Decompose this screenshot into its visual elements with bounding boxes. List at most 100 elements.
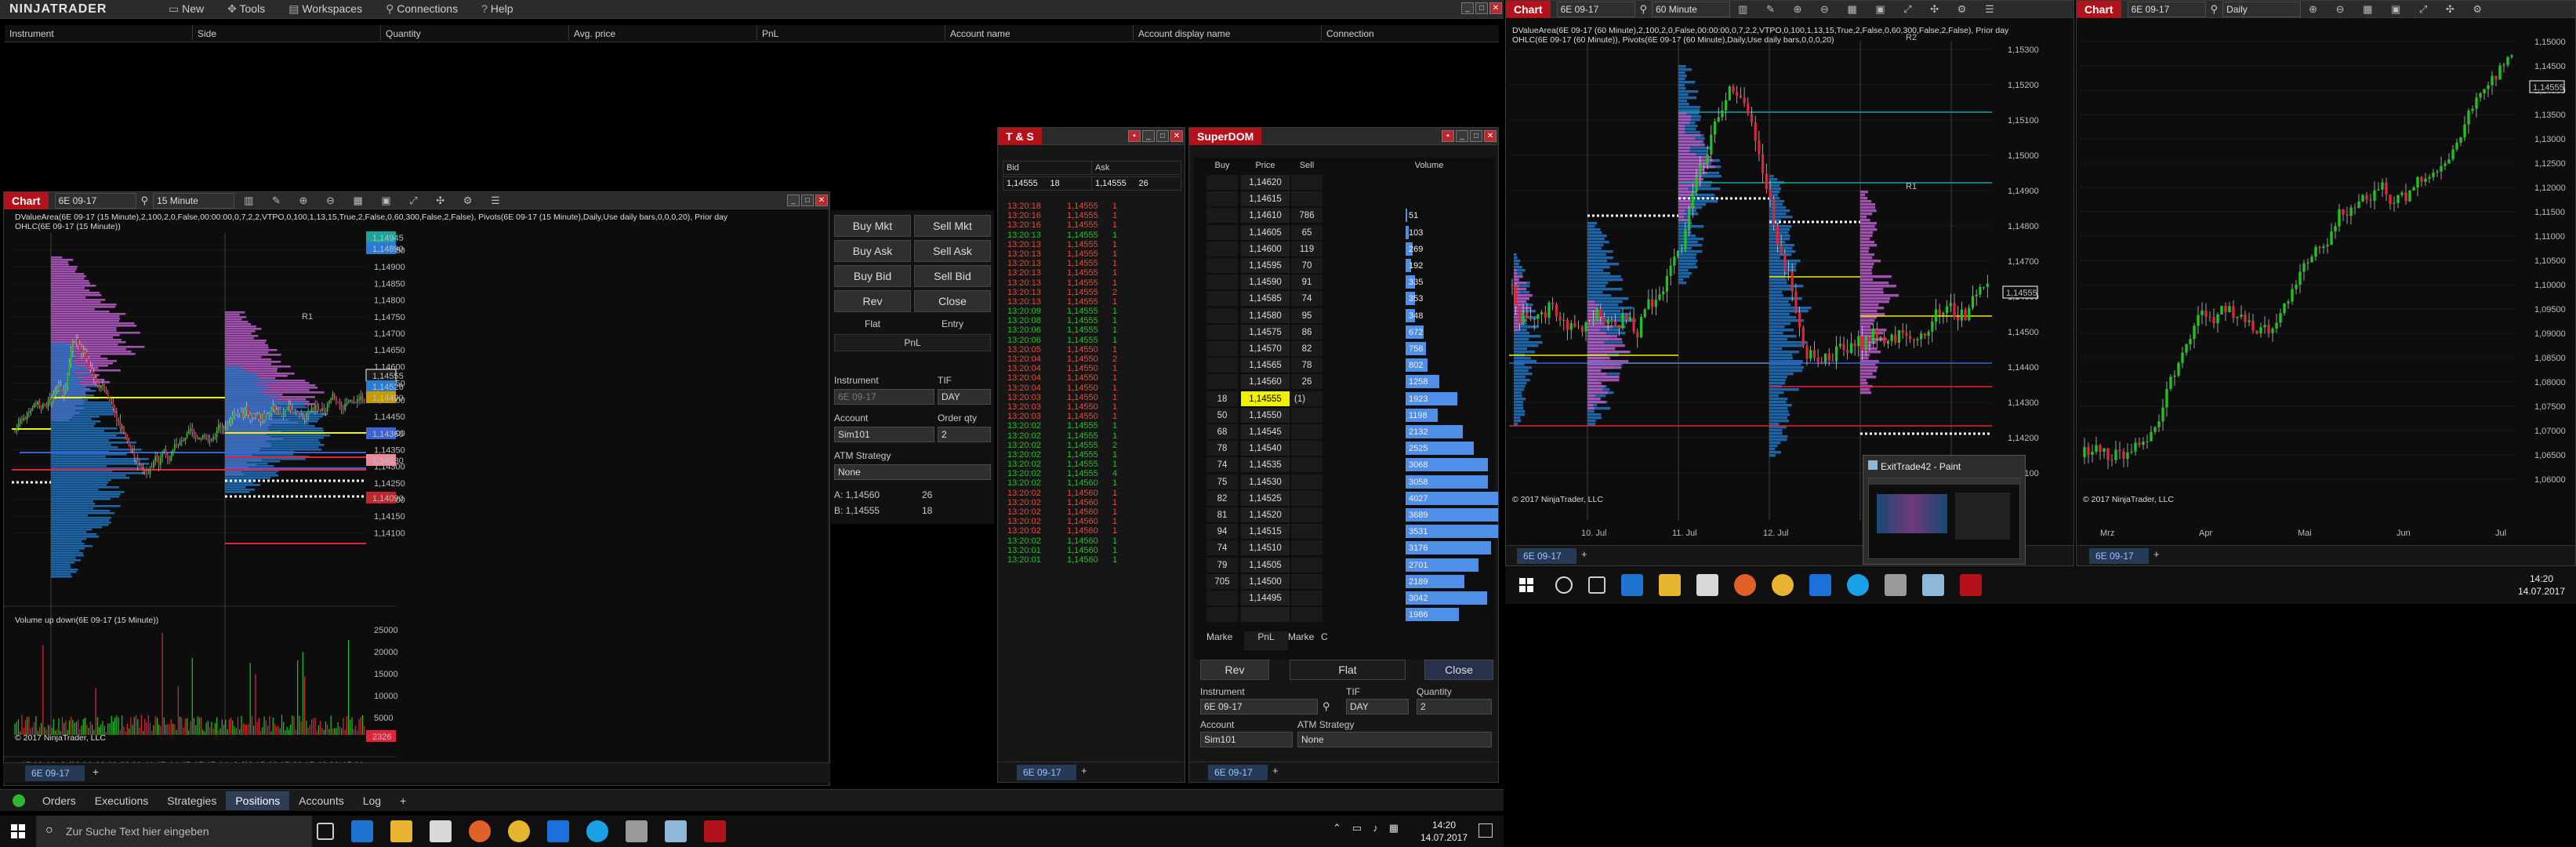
dom-buy-cell[interactable]: 18 xyxy=(1206,391,1238,406)
dom-sell-cell[interactable] xyxy=(1291,441,1322,456)
chart1-toolbar-icons[interactable]: ▥ ✎ ⊕ ⊖ ▦ ▣ ⤢ ✣ ⚙ ☰ xyxy=(244,194,508,207)
right-calculator-icon[interactable] xyxy=(1885,574,1907,596)
dom-close-button[interactable]: Close xyxy=(1424,660,1493,680)
dom-buy-cell[interactable] xyxy=(1206,607,1238,623)
dom-buy-cell[interactable]: 94 xyxy=(1206,524,1238,540)
dom-buy-cell[interactable] xyxy=(1206,374,1238,390)
dom-row[interactable]: 78 1,14540 2525 xyxy=(1206,441,1481,457)
superdom-ladder[interactable]: Buy Price Sell Volume 1,14620 1,14615 1,14… xyxy=(1194,158,1498,660)
dom-add-tab-icon[interactable]: + xyxy=(1272,765,1279,776)
dom-sell-cell[interactable]: 74 xyxy=(1291,291,1322,307)
dom-buy-cell[interactable] xyxy=(1206,258,1238,273)
dom-atm-select[interactable]: None xyxy=(1297,732,1492,747)
col-pnl[interactable]: PnL xyxy=(757,25,945,42)
dom-buy-cell[interactable] xyxy=(1206,358,1238,373)
menu-help[interactable]: ? Help xyxy=(481,2,513,16)
dom-row[interactable]: 68 1,14545 2132 xyxy=(1206,424,1481,441)
chart3-instrument-select[interactable]: 6E 09-17 xyxy=(2127,1,2206,17)
skype-icon[interactable] xyxy=(586,820,608,842)
chart3-interval-select[interactable]: Daily xyxy=(2222,1,2302,17)
tab-log[interactable]: Log xyxy=(354,791,390,810)
calculator-icon[interactable] xyxy=(626,820,648,842)
right-task-view-icon[interactable] xyxy=(1588,576,1605,594)
dom-qty-stepper[interactable]: 2 xyxy=(1417,699,1492,714)
chart2-instrument-select[interactable]: 6E 09-17 xyxy=(1556,1,1635,17)
tab-executions[interactable]: Executions xyxy=(85,791,158,810)
chart1-price-chart[interactable]: 1,149501,149001,148501,148001,147501,147… xyxy=(4,209,828,786)
paint-icon[interactable] xyxy=(665,820,687,842)
col-connection[interactable]: Connection xyxy=(1322,25,1494,42)
dom-sell-cell[interactable] xyxy=(1291,490,1322,506)
add-tab-icon[interactable]: + xyxy=(390,791,415,810)
dom-row[interactable]: 75 1,14530 3058 xyxy=(1206,474,1488,491)
dom-sell-cell[interactable] xyxy=(1291,591,1322,605)
dom-sell-cell[interactable]: 86 xyxy=(1291,324,1322,340)
ninjatrader-taskbar-icon[interactable] xyxy=(704,820,726,842)
dom-footer-c[interactable]: C xyxy=(1321,631,1344,650)
right-search-icon[interactable] xyxy=(1555,576,1573,594)
dom-sell-cell[interactable] xyxy=(1291,474,1322,489)
dom-sell-cell[interactable] xyxy=(1291,557,1322,573)
dom-sell-cell[interactable] xyxy=(1291,424,1322,439)
firefox-icon[interactable] xyxy=(469,820,491,842)
dom-row[interactable]: 1,14580 95 348 xyxy=(1206,307,1481,325)
dom-buy-cell[interactable] xyxy=(1206,274,1238,290)
dom-footer-market-buy[interactable]: Marke xyxy=(1206,631,1244,650)
ts-close-icon[interactable]: ✕ xyxy=(1170,130,1183,142)
atm-strategy-select[interactable]: None xyxy=(834,464,991,480)
dom-buy-cell[interactable] xyxy=(1206,324,1238,340)
ts-add-tab-icon[interactable]: + xyxy=(1081,765,1087,776)
tab-strategies[interactable]: Strategies xyxy=(158,791,226,810)
dom-buy-cell[interactable] xyxy=(1206,241,1238,256)
dom-row[interactable]: 1,14615 xyxy=(1206,191,1481,208)
close-position-button[interactable]: Close xyxy=(914,290,991,312)
ts-trades-list[interactable]: 13:20:18 1,14555 1 13:20:16 1,14555 1 13:20:16… xyxy=(1007,202,1180,565)
menu-workspaces[interactable]: ▤ Workspaces xyxy=(288,2,362,16)
sell-bid-button[interactable]: Sell Bid xyxy=(914,265,991,287)
ts-maximize-icon[interactable]: □ xyxy=(1156,130,1169,142)
dom-row[interactable]: 1,14565 78 802 xyxy=(1206,358,1481,374)
dom-buy-cell[interactable]: 79 xyxy=(1206,557,1238,573)
dom-row[interactable]: 1,14605 65 103 xyxy=(1206,224,1481,242)
buy-bid-button[interactable]: Buy Bid xyxy=(834,265,911,287)
dom-row[interactable]: 1986 xyxy=(1206,607,1481,623)
dom-buy-cell[interactable]: 68 xyxy=(1206,424,1238,439)
dom-row[interactable]: 1,14575 86 672 xyxy=(1206,324,1481,341)
dom-buy-cell[interactable] xyxy=(1206,191,1238,207)
dom-sell-cell[interactable]: 786 xyxy=(1291,208,1322,224)
chart1-instrument-select[interactable]: 6E 09-17 xyxy=(54,192,136,209)
dom-buy-cell[interactable]: 705 xyxy=(1206,573,1238,589)
taskbar-clock[interactable]: 14:20 14.07.2017 xyxy=(1419,819,1469,844)
close-icon[interactable]: ✕ xyxy=(1489,2,1502,14)
maximize-icon[interactable]: □ xyxy=(1475,2,1488,14)
dom-sell-cell[interactable]: 95 xyxy=(1291,307,1322,323)
tif-select[interactable]: DAY xyxy=(938,389,991,405)
chart1-plot-area[interactable]: DValueArea(6E 09-17 (15 Minute),2,100,2,… xyxy=(4,209,828,786)
chart2-search-icon[interactable]: ⚲ xyxy=(1640,3,1648,16)
dom-sell-cell[interactable] xyxy=(1291,507,1322,522)
menu-tools[interactable]: ✥ Tools xyxy=(227,2,265,16)
col-instrument[interactable]: Instrument xyxy=(5,25,193,42)
right-store-icon[interactable] xyxy=(1696,574,1718,596)
chart2-interval-select[interactable]: 60 Minute xyxy=(1652,1,1731,17)
dom-buy-cell[interactable] xyxy=(1206,307,1238,323)
dom-row[interactable]: 81 1,14520 3689 xyxy=(1206,507,1498,524)
dom-sell-cell[interactable]: 82 xyxy=(1291,341,1322,356)
dom-row[interactable]: 79 1,14505 2701 xyxy=(1206,557,1481,574)
right-start-button[interactable] xyxy=(1519,578,1533,592)
superdom-pin-icon[interactable]: ▪ xyxy=(1442,130,1454,142)
dom-instrument-select[interactable]: 6E 09-17 xyxy=(1200,699,1318,714)
menu-connections[interactable]: ⚲ Connections xyxy=(386,2,458,16)
start-button[interactable] xyxy=(11,824,25,838)
dom-sell-cell[interactable]: 119 xyxy=(1291,241,1322,256)
dom-flat-button[interactable]: Flat xyxy=(1290,660,1406,680)
order-qty-stepper[interactable]: 2 xyxy=(938,427,991,442)
file-explorer-icon[interactable] xyxy=(390,820,412,842)
dom-sell-cell[interactable]: 26 xyxy=(1291,374,1322,390)
dom-row[interactable]: 705 1,14500 2189 xyxy=(1206,573,1481,591)
dom-row[interactable]: 18 1,14555 (1) 1923 xyxy=(1206,391,1481,408)
chart2-tab[interactable]: 6E 09-17 xyxy=(1517,548,1576,564)
right-firefox-icon[interactable] xyxy=(1734,574,1756,596)
dom-sell-cell[interactable] xyxy=(1291,191,1322,207)
paint-taskbar-thumbnail[interactable]: ExitTrade42 - Paint xyxy=(1863,455,2026,565)
